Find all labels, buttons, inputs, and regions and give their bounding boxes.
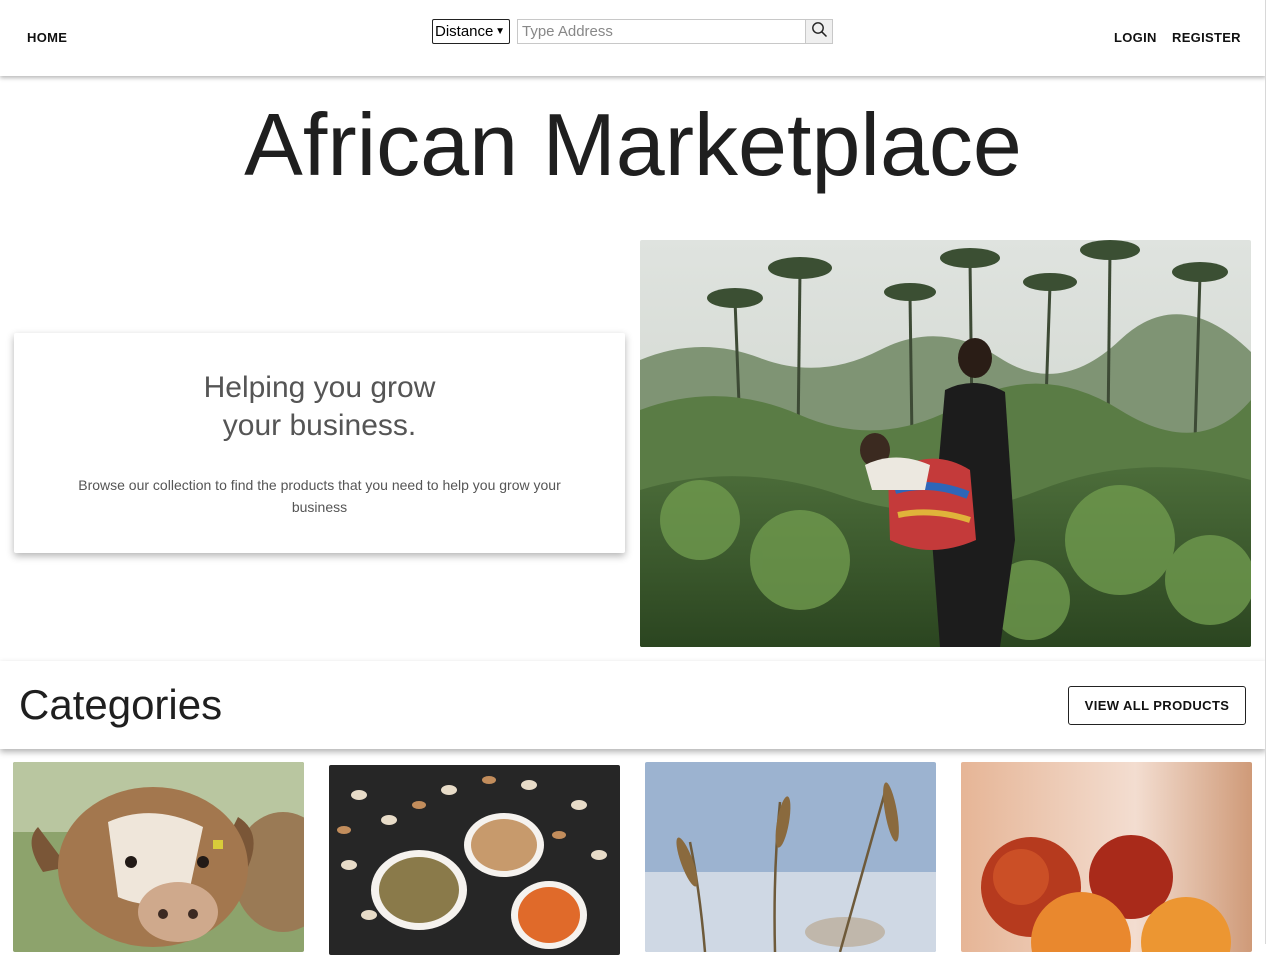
hero-description: Browse our collection to find the produc… [78, 477, 561, 515]
category-card-beans[interactable] [329, 765, 620, 955]
distance-select[interactable]: Distance ▼ [432, 19, 510, 44]
hero-heading-line-1: Helping you grow [203, 371, 436, 404]
page-title: African Marketplace [244, 95, 1022, 194]
nav-register-link[interactable]: REGISTER [1172, 30, 1241, 45]
hero-heading-line-2: your business. [222, 409, 417, 442]
search-button[interactable] [805, 19, 833, 44]
category-card-peaches[interactable] [961, 762, 1252, 952]
woman-carrying-baby-photo [640, 240, 1251, 647]
peaches-photo [961, 762, 1252, 952]
address-search-input[interactable] [517, 19, 805, 44]
search-icon [811, 21, 828, 43]
categories-header-bar: Categories VIEW ALL PRODUCTS [0, 661, 1266, 749]
cow-photo [13, 762, 304, 952]
hero-heading: Helping you grow your business. [14, 369, 625, 445]
nav-home-link[interactable]: HOME [27, 30, 67, 45]
chevron-down-icon: ▼ [495, 26, 505, 37]
view-all-products-button[interactable]: VIEW ALL PRODUCTS [1068, 686, 1246, 725]
wheat-photo [645, 762, 936, 952]
categories-title: Categories [19, 681, 223, 728]
beans-lentils-photo [329, 765, 620, 955]
top-navigation-bar: HOME Distance ▼ LOGIN REGISTER [0, 0, 1266, 76]
hero-card: Helping you grow your business. Browse o… [14, 333, 625, 553]
hero-image [640, 240, 1251, 647]
distance-select-value: Distance [435, 23, 494, 40]
category-card-wheat[interactable] [645, 762, 936, 952]
nav-login-link[interactable]: LOGIN [1114, 30, 1157, 45]
category-card-cow[interactable] [13, 762, 304, 952]
